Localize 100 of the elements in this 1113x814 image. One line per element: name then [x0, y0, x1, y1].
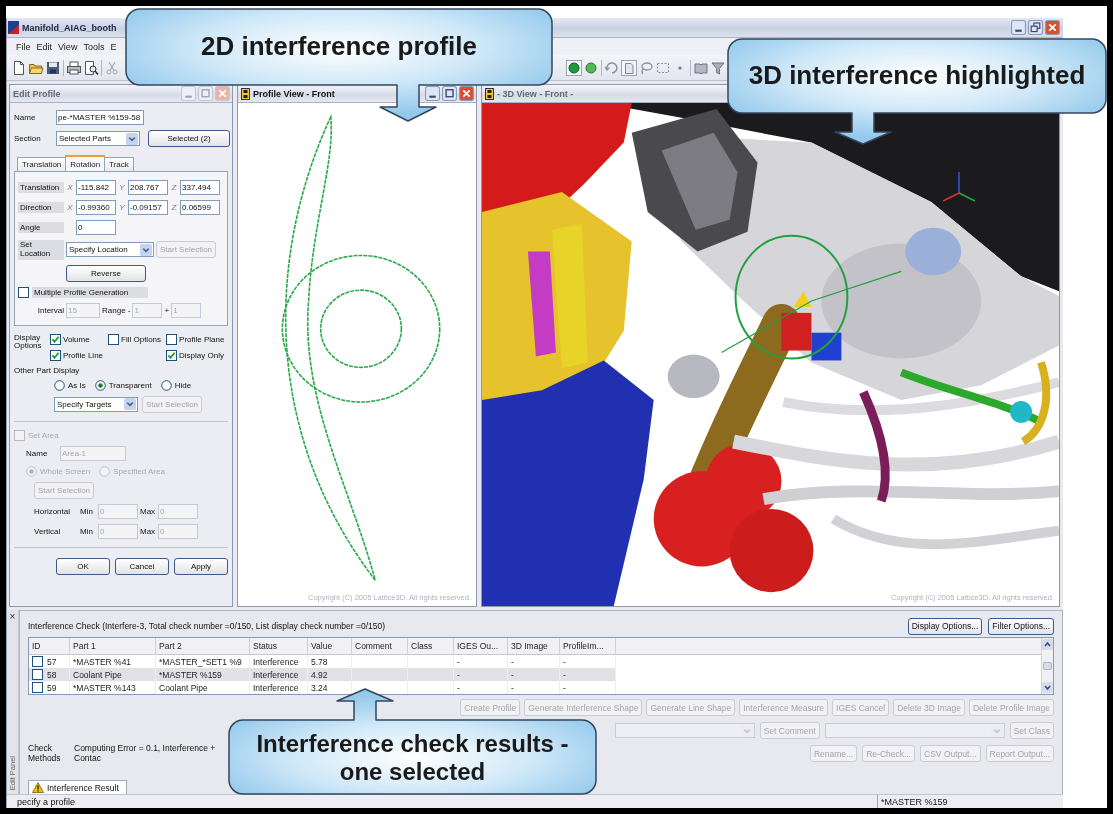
text-field[interactable]: 0.06599	[180, 200, 220, 215]
table-cell[interactable]: 59	[29, 681, 70, 694]
text-field[interactable]: -115.842	[76, 180, 116, 195]
reverse-button[interactable]: Reverse	[66, 264, 146, 282]
panel-title: - 3D View - Front -	[497, 88, 574, 99]
column-header[interactable]: ID	[29, 638, 70, 655]
field-label: Set Location	[18, 240, 64, 260]
text-field[interactable]: 208.767	[128, 180, 168, 195]
dialog-button[interactable]: Apply	[174, 557, 228, 575]
lasso-icon[interactable]	[638, 59, 654, 76]
menu-item[interactable]: Edit	[33, 41, 56, 52]
column-header[interactable]: Part 1	[70, 638, 156, 655]
column-header[interactable]: IGES Ou...	[454, 638, 508, 655]
checkbox[interactable]	[32, 682, 43, 693]
plus-sign: +	[164, 305, 170, 315]
column-header[interactable]: Class	[408, 638, 454, 655]
menu-item[interactable]: Tools	[80, 41, 108, 52]
options-button[interactable]: Filter Options...	[988, 617, 1054, 635]
scrollbar-thumb[interactable]	[1043, 662, 1052, 670]
checkbox[interactable]	[166, 349, 178, 361]
text-field[interactable]: pe-*MASTER %159-58	[56, 110, 144, 125]
tab[interactable]: Translation	[17, 157, 67, 171]
checkbox[interactable]	[166, 333, 178, 345]
dialog-button[interactable]: OK	[56, 557, 110, 575]
scroll-up-icon[interactable]	[1042, 639, 1053, 650]
axis-label: Z	[170, 183, 178, 192]
checkbox-label: Volume	[63, 334, 90, 344]
table-cell[interactable]: 58	[29, 668, 70, 681]
close-icon[interactable]	[459, 86, 474, 101]
warning-icon	[32, 782, 44, 793]
radio-label: Specified Area	[113, 466, 165, 476]
radio-label: As Is	[68, 380, 86, 390]
view-window-icon	[485, 87, 494, 100]
axis-label: Y	[118, 183, 126, 192]
tab[interactable]: Rotation	[65, 155, 106, 171]
maximize-icon[interactable]	[442, 86, 457, 101]
text-field[interactable]: 0	[76, 220, 116, 235]
column-header[interactable]: Comment	[352, 638, 408, 655]
column-header[interactable]: Part 2	[156, 638, 250, 655]
field-label: Horizontal	[34, 506, 71, 516]
dropdown[interactable]: Selected Parts	[56, 131, 140, 146]
options-button[interactable]: Display Options...	[907, 617, 983, 635]
checkbox[interactable]	[50, 333, 61, 345]
save-icon[interactable]	[45, 59, 61, 76]
tab[interactable]: Interference Result	[28, 780, 127, 794]
circle-icon[interactable]	[583, 59, 599, 76]
minimize-icon[interactable]	[425, 86, 440, 101]
column-header[interactable]: ProfileIm...	[560, 638, 616, 655]
checkbox[interactable]	[32, 669, 43, 680]
dialog-button[interactable]: Cancel	[115, 557, 169, 575]
field-label: Name	[14, 113, 37, 122]
checkbox[interactable]	[108, 333, 120, 345]
column-header[interactable]: Value	[308, 638, 352, 655]
menu-item[interactable]: View	[55, 41, 81, 52]
rotate-icon[interactable]	[604, 59, 620, 76]
tab[interactable]: Track	[104, 157, 134, 171]
print-icon[interactable]	[66, 59, 82, 76]
column-header[interactable]: Status	[250, 638, 308, 655]
axis-label: X	[66, 203, 74, 212]
menu-item[interactable]: File	[13, 41, 34, 52]
status-part: *MASTER %159	[877, 795, 1063, 808]
field-label: Vertical	[34, 526, 62, 536]
column-header[interactable]: 3D Image	[508, 638, 560, 655]
text-field[interactable]: -0.99360	[76, 200, 116, 215]
restore-icon[interactable]	[1028, 20, 1043, 35]
radio-button[interactable]	[54, 379, 65, 391]
checkbox[interactable]	[50, 349, 61, 361]
scrollbar[interactable]	[1041, 638, 1053, 694]
print-preview-icon[interactable]	[83, 59, 99, 76]
filled-circle-icon[interactable]	[566, 59, 582, 76]
table-cell: Interference	[250, 681, 308, 694]
close-icon[interactable]	[1045, 20, 1060, 35]
table-cell: -	[508, 668, 560, 681]
app-icon	[8, 21, 19, 34]
radio-button[interactable]	[94, 379, 106, 391]
field-label: Translation	[18, 182, 64, 193]
text-field[interactable]: -0.09157	[128, 200, 168, 215]
checkbox[interactable]	[18, 286, 29, 298]
scroll-down-icon[interactable]	[1042, 682, 1053, 693]
group-label: Other Part Display	[14, 365, 81, 375]
minimize-icon[interactable]	[1011, 20, 1026, 35]
checkbox-label: Set Area	[28, 430, 59, 440]
close-glyph[interactable]: ×	[9, 612, 16, 622]
selected-parts-button[interactable]: Selected (2)	[148, 130, 230, 147]
dropdown[interactable]: Specify Location	[66, 242, 154, 258]
axis-label: X	[66, 183, 74, 192]
text-field[interactable]: 337.494	[180, 180, 220, 195]
dropdown[interactable]: Specify Targets	[54, 396, 138, 412]
field-label: Max	[140, 506, 156, 516]
new-document-icon[interactable]	[11, 59, 27, 76]
document-icon[interactable]	[621, 59, 637, 76]
radio-label: Transparent	[108, 380, 152, 390]
group-label: Display Options	[14, 333, 43, 352]
checkbox[interactable]	[32, 656, 43, 667]
axis-label: Y	[118, 203, 126, 212]
radio-button[interactable]	[160, 379, 172, 391]
callout-text: 2D interference profile	[201, 31, 477, 62]
table-cell: -	[454, 681, 508, 694]
menu-item[interactable]: E	[107, 41, 120, 52]
callout-text: Interference check results - one selected	[256, 729, 569, 786]
